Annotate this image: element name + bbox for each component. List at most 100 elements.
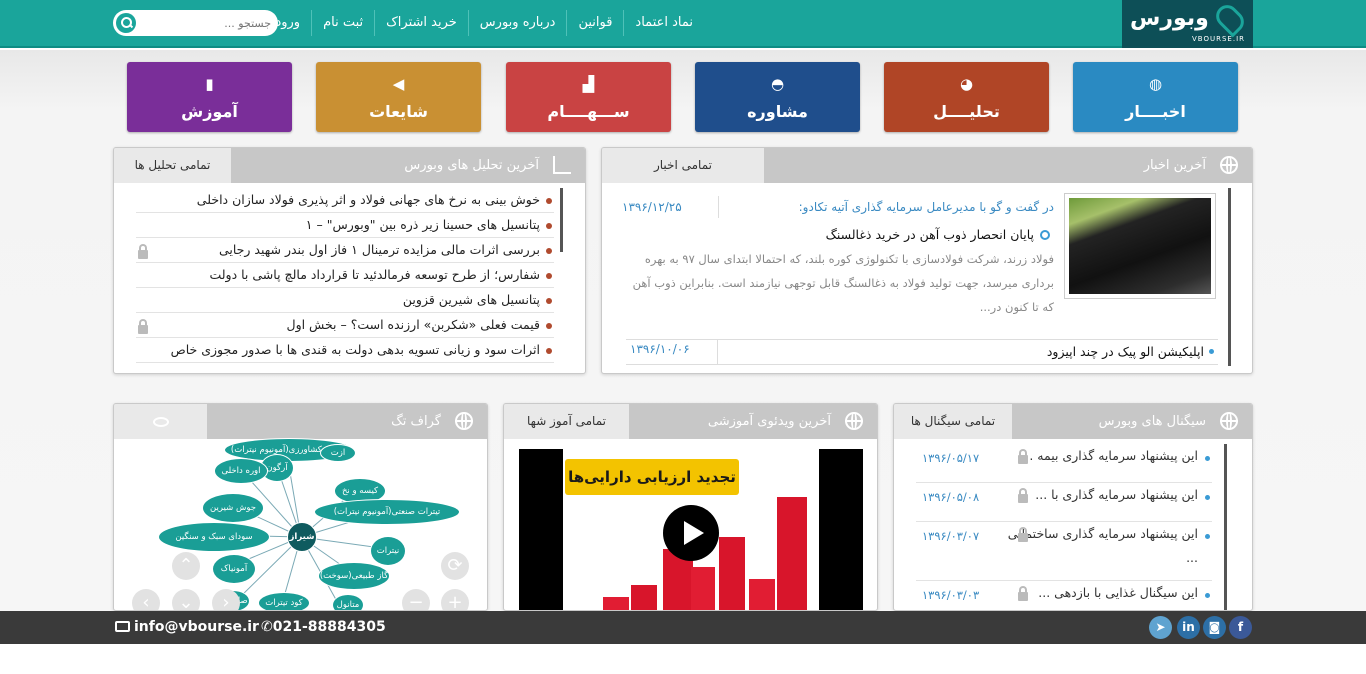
signal-title: این پیشنهاد سرمایه گذاری بیمه ... — [1021, 448, 1198, 463]
news-panel: آخرین اخبار تمامی اخبار در گفت و گو با م… — [601, 147, 1253, 374]
scrollbar[interactable] — [1228, 188, 1231, 366]
facebook-icon[interactable]: f — [1229, 616, 1252, 639]
tag-node[interactable]: آمونیاک — [212, 554, 256, 584]
all-signals-tab[interactable]: تمامی سیگنال ها — [894, 404, 1012, 439]
list-item[interactable]: این پیشنهاد سرمایه گذاری بیمه ... ۱۳۹۶/۰… — [916, 444, 1212, 483]
tag-node[interactable]: جوش شیرین — [202, 493, 264, 523]
bar-shape — [777, 497, 807, 610]
list-item[interactable]: پتانسیل های شیرین قزوین — [136, 288, 554, 313]
list-item-title: اثرات سود و زیانی تسویه بدهی دولت به قند… — [170, 342, 540, 357]
chevron-up-icon[interactable]: ⌃ — [172, 552, 200, 580]
eye-icon — [152, 416, 169, 427]
list-item[interactable]: شفارس؛ از طرح توسعه فرمالدئید تا قرارداد… — [136, 263, 554, 288]
list-item[interactable]: این پیشنهاد سرمایه گذاری با ... ۱۳۹۶/۰۵/… — [916, 483, 1212, 522]
panel-title: آخرین تحلیل های وبورس — [404, 158, 539, 173]
nav-register[interactable]: ثبت نام — [311, 10, 374, 36]
nav-rules[interactable]: قوانین — [566, 10, 623, 36]
tile-label: اخبــــار — [1125, 102, 1186, 121]
tile-label: ســـهــــام — [547, 102, 630, 121]
list-item[interactable]: بررسی اثرات مالی مزایده ترمینال ۱ فاز او… — [136, 238, 554, 263]
panel-title: سیگنال های وبورس — [1098, 414, 1206, 429]
nav-subscribe[interactable]: خرید اشتراک — [374, 10, 468, 36]
news-summary: فولاد زرند، شرکت فولادسازی با تکنولوژی ک… — [632, 252, 1054, 314]
phone-contact[interactable]: ✆021-88884305 — [261, 611, 386, 644]
tag-node[interactable]: سودای سبک و سنگین — [158, 522, 270, 552]
email-contact[interactable]: info@vbourse.ir — [115, 611, 259, 644]
list-item[interactable]: پتانسیل های حسینا زیر ذره بین "وبورس" – … — [136, 213, 554, 238]
tag-node[interactable]: اوره داخلی — [214, 458, 268, 484]
tile-rumors[interactable]: ◀ شایعات — [316, 62, 481, 132]
search-input[interactable] — [143, 14, 271, 32]
bar-shape — [749, 579, 775, 610]
news-headline-row[interactable]: پایان انحصار ذوب آهن در خرید ذغالسنگ — [722, 227, 1052, 242]
chevron-left-icon[interactable]: ‹ — [132, 589, 160, 610]
panel-title: گراف تگ — [391, 414, 441, 429]
tag-node[interactable]: ازت — [320, 444, 356, 462]
main-nav: نماد اعتماد قوانین درباره وبورس خرید اشت… — [264, 10, 704, 36]
tag-node[interactable]: تیترات صنعتی(آمونیوم نیترات) — [314, 499, 460, 525]
tag-graph-panel: گراف تگ تیترات کشاورزی(آمونیوم نیترات) آ… — [113, 403, 488, 611]
bar-chart-icon: ▟ — [582, 75, 595, 93]
scrollbar[interactable] — [1224, 444, 1227, 610]
tile-stocks[interactable]: ▟ ســـهــــام — [506, 62, 671, 132]
tag-node[interactable]: نیترات — [370, 536, 406, 566]
news-date: ۱۳۹۶/۱۲/۲۵ — [622, 200, 682, 214]
tag-node[interactable]: گاز طبیعی(سوخت) — [318, 562, 390, 590]
chevron-right-icon[interactable]: › — [212, 589, 240, 610]
tile-label: آموزش — [181, 102, 238, 121]
panel-header: سیگنال های وبورس تمامی سیگنال ها — [894, 404, 1252, 439]
play-button[interactable] — [663, 505, 719, 561]
tile-analysis[interactable]: ◕ تحلیــــل — [884, 62, 1049, 132]
scrollbar[interactable] — [560, 188, 563, 252]
news-thumbnail[interactable] — [1064, 193, 1216, 299]
all-tutorials-tab[interactable]: تمامی آموز شها — [504, 404, 629, 439]
signals-panel: سیگنال های وبورس تمامی سیگنال ها این پیش… — [893, 403, 1253, 611]
signals-list: این پیشنهاد سرمایه گذاری بیمه ... ۱۳۹۶/۰… — [916, 444, 1212, 610]
signal-title: این پیشنهاد سرمایه گذاری ساختمانی ... — [1007, 526, 1198, 565]
lock-icon — [138, 319, 148, 334]
tile-news[interactable]: ◍ اخبــــار — [1073, 62, 1238, 132]
instagram-icon[interactable]: ◙ — [1203, 616, 1226, 639]
zoom-in-icon[interactable]: + — [441, 589, 469, 610]
tag-node[interactable]: کود تیترات — [258, 592, 310, 610]
site-logo[interactable]: وبورس VBOURSE.IR — [1122, 0, 1253, 48]
list-item[interactable]: خوش بینی به نرخ های جهانی فولاد و اثر پذ… — [136, 188, 554, 213]
list-item[interactable]: این سیگنال غذایی با بازدهی ... ۱۳۹۶/۰۳/۰… — [916, 581, 1212, 610]
lock-icon — [138, 244, 148, 259]
eye-tab[interactable] — [114, 404, 207, 439]
phone-icon: ✆ — [261, 619, 273, 635]
bullet-icon — [1209, 349, 1214, 354]
play-icon — [684, 521, 704, 545]
linkedin-icon[interactable]: in — [1177, 616, 1200, 639]
tile-education[interactable]: ▮ آموزش — [127, 62, 292, 132]
video-player[interactable]: تجدید ارزیابی دارایی‌ها — [519, 449, 863, 610]
globe-icon — [1220, 412, 1238, 430]
tile-consulting[interactable]: ◓ مشاوره — [695, 62, 860, 132]
all-news-tab[interactable]: تمامی اخبار — [602, 148, 764, 183]
list-item-title: شفارس؛ از طرح توسعه فرمالدئید تا قرارداد… — [209, 267, 540, 282]
signal-title: این سیگنال غذایی با بازدهی ... — [1038, 585, 1198, 600]
list-item[interactable]: قیمت فعلی «شکربن» ارزنده است؟ – بخش اول — [136, 313, 554, 338]
nav-about[interactable]: درباره وبورس — [467, 10, 567, 36]
bullet-icon — [1040, 230, 1050, 240]
all-analysis-tab[interactable]: تمامی تحلیل ها — [114, 148, 231, 183]
tile-label: مشاوره — [747, 102, 808, 121]
top-bar: وبورس VBOURSE.IR نماد اعتماد قوانین دربا… — [0, 0, 1366, 48]
pie-chart-icon: ◕ — [959, 75, 974, 93]
news-list-row[interactable]: اپلیکیشن الو پیک در چند اپیزود ۱۳۹۶/۱۰/۰… — [626, 339, 1218, 365]
list-item[interactable]: اثرات سود و زیانی تسویه بدهی دولت به قند… — [136, 338, 554, 363]
panel-header: گراف تگ — [114, 404, 487, 439]
search-box — [113, 10, 278, 36]
chevron-down-icon[interactable]: ⌄ — [172, 589, 200, 610]
news-kicker[interactable]: در گفت و گو با مدیرعامل سرمایه گذاری آتی… — [718, 200, 1054, 214]
telegram-icon[interactable]: ➤ — [1149, 616, 1172, 639]
list-item[interactable]: این پیشنهاد سرمایه گذاری ساختمانی ... ۱۳… — [916, 522, 1212, 581]
tag-node-center[interactable]: شیراز — [287, 522, 317, 552]
panel-header: آخرین اخبار تمامی اخبار — [602, 148, 1252, 183]
news-date: ۱۳۹۶/۱۰/۰۶ — [630, 342, 690, 356]
nav-trust-symbol[interactable]: نماد اعتماد — [623, 10, 704, 36]
search-icon[interactable] — [116, 13, 136, 33]
refresh-icon[interactable]: ⟳ — [441, 552, 469, 580]
tag-node[interactable]: متانول — [332, 594, 364, 610]
zoom-out-icon[interactable]: − — [402, 589, 430, 610]
